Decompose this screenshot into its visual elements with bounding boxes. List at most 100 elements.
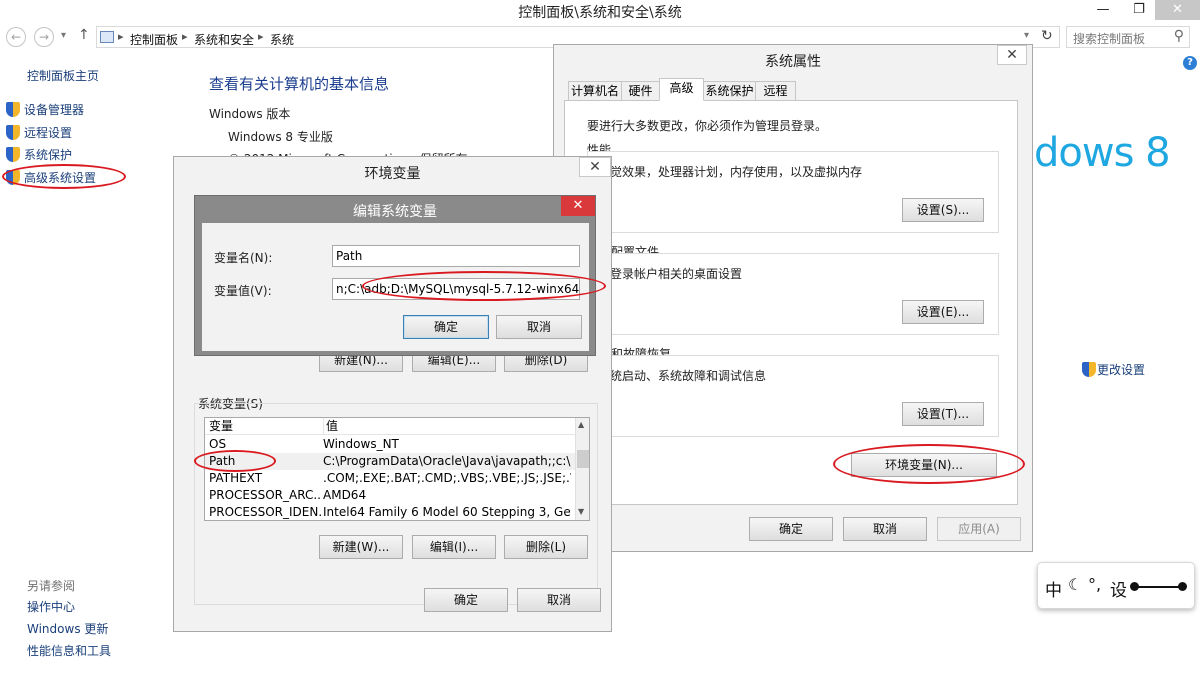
edit-system-variable-dialog: 编辑系统变量 ✕ 变量名(N): Path 变量值(V): n;C:\adb;D… [194,195,596,356]
system-properties-close-button[interactable]: ✕ [997,45,1027,65]
help-icon[interactable]: ? [1183,56,1197,70]
ime-drag-handle[interactable] [1134,586,1182,588]
edit-variable-cancel-button[interactable]: 取消 [496,315,582,339]
shield-icon [6,147,20,162]
row-variable-value: .COM;.EXE;.BAT;.CMD;.VBS;.VBE;.JS;.JSE;.… [323,471,571,485]
windows-8-logo-text: dows 8 [1034,130,1171,176]
system-properties-cancel-button[interactable]: 取消 [843,517,927,541]
breadcrumb-control-panel[interactable]: 控制面板 [130,31,178,48]
search-icon[interactable]: ⚲ [1174,28,1184,44]
row-variable-name: Path [209,454,236,468]
column-header-value[interactable]: 值 [323,418,571,434]
row-variable-value: Windows_NT [323,437,399,451]
environment-variables-button[interactable]: 环境变量(N)... [851,453,997,477]
system-properties-dialog: 系统属性 ✕ 计算机名 硬件 高级 系统保护 远程 要进行大多数更改，你必须作为… [553,44,1033,552]
tab-computer-name[interactable]: 计算机名 [568,81,622,101]
nav-device-manager[interactable]: 设备管理器 [6,101,84,118]
punctuation-toggle[interactable]: °, [1088,575,1101,594]
search-box[interactable]: 搜索控制面板 ⚲ [1066,26,1190,48]
system-var-edit-button[interactable]: 编辑(I)... [412,535,496,559]
nav-advanced-system-settings[interactable]: 高级系统设置 [6,169,96,186]
see-also-windows-update[interactable]: Windows 更新 [27,620,108,637]
address-dropdown-icon[interactable]: ▾ [1024,30,1029,41]
nav-remote-settings[interactable]: 远程设置 [6,124,72,141]
shield-icon [6,125,20,140]
admin-note: 要进行大多数更改，你必须作为管理员登录。 [587,119,828,133]
performance-settings-button[interactable]: 设置(S)... [902,198,984,222]
row-variable-value: AMD64 [323,488,367,502]
window-title: 控制面板\系统和安全\系统 [518,5,682,21]
environment-variables-ok-button[interactable]: 确定 [424,588,508,612]
nav-system-protection[interactable]: 系统保护 [6,146,72,163]
forward-button[interactable]: → [34,27,54,47]
ime-handle-dot-icon [1178,582,1187,591]
table-row[interactable]: PATHEXT .COM;.EXE;.BAT;.CMD;.VBS;.VBE;.J… [205,470,575,487]
row-variable-name: OS [209,437,227,451]
half-width-moon-icon[interactable]: ☾ [1068,575,1082,594]
tab-hardware[interactable]: 硬件 [621,81,660,101]
variable-value-input[interactable]: n;C:\adb;D:\MySQL\mysql-5.7.12-winx64\bi… [332,278,580,300]
see-also-action-center[interactable]: 操作中心 [27,598,75,615]
column-header-variable[interactable]: 变量 [209,418,321,434]
environment-variables-close-button[interactable]: ✕ [579,157,611,177]
tab-remote[interactable]: 远程 [755,81,796,101]
control-panel-icon [100,31,114,43]
edit-system-variable-body: 变量名(N): Path 变量值(V): n;C:\adb;D:\MySQL\m… [202,223,589,351]
advanced-tab-panel: 要进行大多数更改，你必须作为管理员登录。 性能 视觉效果，处理器计划，内存使用，… [564,100,1025,505]
system-properties-title: 系统属性 [765,54,821,70]
close-button[interactable]: ✕ [1155,0,1200,20]
system-properties-ok-button[interactable]: 确定 [749,517,833,541]
control-panel-home-link[interactable]: 控制面板主页 [27,67,99,84]
restore-button[interactable]: ❐ [1122,0,1156,20]
breadcrumb-separator-icon: ▸ [258,30,264,43]
recent-locations-chevron-icon[interactable]: ▾ [61,30,66,41]
table-row-selected[interactable]: Path C:\ProgramData\Oracle\Java\javapath… [205,453,575,470]
system-var-delete-button[interactable]: 删除(L) [504,535,588,559]
performance-group: 视觉效果，处理器计划，内存使用，以及虚拟内存 设置(S)... [587,151,999,233]
windows-edition-value: Windows 8 专业版 [228,130,333,144]
minimize-button[interactable]: — [1086,0,1120,20]
variable-value-label: 变量值(V): [214,284,272,298]
user-profiles-settings-button[interactable]: 设置(E)... [902,300,984,324]
startup-recovery-settings-button[interactable]: 设置(T)... [902,402,984,426]
breadcrumb-separator-icon: ▸ [182,30,188,43]
table-row[interactable]: PROCESSOR_ARC... AMD64 [205,487,575,504]
see-also-title: 另请参阅 [27,579,76,593]
ime-language-toggle[interactable]: 中 [1045,576,1062,601]
table-row[interactable]: PROCESSOR_IDEN... Intel64 Family 6 Model… [205,504,575,520]
edit-system-variable-close-button[interactable]: ✕ [561,196,595,216]
change-settings-link[interactable]: 更改设置 [1082,361,1145,378]
system-properties-apply-button[interactable]: 应用(A) [937,517,1021,541]
tab-system-protection[interactable]: 系统保护 [703,81,756,101]
row-variable-value: Intel64 Family 6 Model 60 Stepping 3, Ge… [323,505,571,519]
table-row[interactable]: OS Windows_NT [205,436,575,453]
scrollbar-thumb[interactable] [577,450,589,468]
ime-toolbar[interactable]: 中 ☾ °, 设 [1037,562,1195,609]
edit-variable-ok-button[interactable]: 确定 [403,315,489,339]
back-button[interactable]: ← [6,27,26,47]
ime-settings-button[interactable]: 设 [1110,576,1127,601]
list-scrollbar[interactable]: ▲ ▼ [575,418,589,520]
shield-icon [1082,362,1096,377]
system-variables-list[interactable]: 变量 值 OS Windows_NT Path C:\ProgramData\O… [204,417,590,521]
variable-name-label: 变量名(N): [214,251,273,265]
shield-icon [6,102,20,117]
edit-system-variable-title: 编辑系统变量 [353,204,437,220]
refresh-icon[interactable]: ↻ [1041,28,1053,44]
variable-name-input[interactable]: Path [332,245,580,267]
system-var-new-button[interactable]: 新建(W)... [319,535,403,559]
scroll-up-icon[interactable]: ▲ [578,420,584,429]
up-button[interactable]: ↑ [78,27,90,43]
scroll-down-icon[interactable]: ▼ [578,507,584,516]
tab-advanced[interactable]: 高级 [659,78,704,101]
breadcrumb-system[interactable]: 系统 [270,31,294,48]
environment-variables-cancel-button[interactable]: 取消 [517,588,601,612]
performance-description: 视觉效果，处理器计划，内存使用，以及虚拟内存 [598,165,863,179]
breadcrumb-system-security[interactable]: 系统和安全 [194,31,254,48]
page-title: 查看有关计算机的基本信息 [209,75,390,93]
see-also-performance-info[interactable]: 性能信息和工具 [27,642,111,659]
search-placeholder: 搜索控制面板 [1073,32,1146,46]
startup-recovery-group: 系统启动、系统故障和调试信息 设置(T)... [587,355,999,437]
window-title-bar: 控制面板\系统和安全\系统 — ❐ ✕ [0,0,1200,24]
row-variable-value: C:\ProgramData\Oracle\Java\javapath;;c:\… [323,454,571,468]
